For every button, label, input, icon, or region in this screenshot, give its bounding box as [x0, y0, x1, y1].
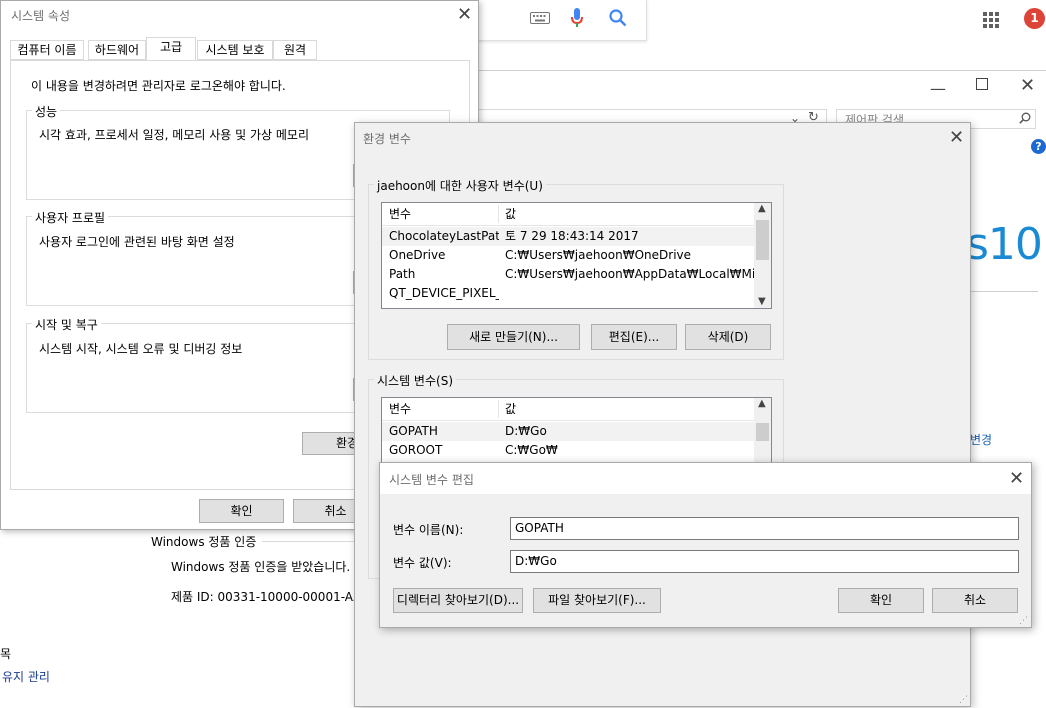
startup-desc: 시스템 시작, 시스템 오류 및 디버깅 정보 [39, 342, 243, 356]
close-icon[interactable]: ✕ [1009, 470, 1024, 488]
user-profile-desc: 사용자 로그인에 관련된 바탕 화면 설정 [39, 235, 235, 249]
user-profile-label: 사용자 프로필 [32, 209, 109, 226]
variable-name: GOROOT [389, 443, 443, 457]
variable-name: OneDrive [389, 248, 446, 262]
title-bar [380, 463, 1031, 494]
scroll-up-icon[interactable]: ▲ [758, 203, 766, 214]
close-icon[interactable]: ✕ [949, 129, 964, 147]
tab-computer-name[interactable]: 컴퓨터 이름 [10, 40, 84, 60]
resize-grip-icon[interactable]: ⋰ [959, 695, 968, 705]
table-row[interactable]: OneDrive C:₩Users₩jaehoon₩OneDrive [382, 246, 756, 265]
column-header-variable[interactable]: 변수 [389, 398, 499, 420]
variable-name: QT_DEVICE_PIXEL_... [389, 286, 499, 300]
search-icon[interactable] [1019, 112, 1031, 127]
variable-value-label: 변수 값(V): [393, 556, 452, 570]
tab-remote[interactable]: 원격 [273, 40, 317, 60]
left-nav-label[interactable]: 목 [0, 645, 11, 662]
minimize-icon[interactable]: — [930, 79, 946, 98]
browse-file-button[interactable]: 파일 찾아보기(F)... [533, 588, 661, 613]
table-row[interactable]: ChocolateyLastPat... 토 7 29 18:43:14 201… [382, 227, 756, 246]
dialog-title: 시스템 속성 [11, 9, 71, 23]
activation-divider [262, 541, 358, 542]
tab-hardware[interactable]: 하드웨어 [88, 40, 146, 60]
variable-name: GOPATH [389, 424, 438, 438]
help-icon[interactable]: ? [1031, 139, 1046, 154]
column-header-value[interactable]: 값 [505, 203, 755, 225]
variable-value: C:₩Users₩jaehoon₩AppData₩Local₩Micro... [505, 267, 755, 281]
edit-system-variable-dialog: 시스템 변수 편집 ✕ 변수 이름(N): GOPATH 변수 값(V): D:… [379, 462, 1032, 628]
close-icon[interactable]: ✕ [457, 6, 472, 24]
table-row[interactable]: GOPATH D:₩Go [382, 422, 756, 441]
vertical-scrollbar[interactable]: ▲ ▼ [754, 203, 771, 308]
scroll-up-icon[interactable]: ▲ [758, 398, 766, 409]
brand-divider [970, 291, 1038, 292]
tab-strip: 컴퓨터 이름 하드웨어 고급 시스템 보호 원격 [10, 37, 470, 61]
table-row[interactable]: GOROOT C:₩Go₩ [382, 441, 756, 460]
left-nav-maintenance[interactable]: 유지 관리 [2, 668, 50, 685]
change-link[interactable]: 변경 [970, 431, 992, 448]
variable-value: D:₩Go [505, 424, 547, 438]
maximize-icon[interactable] [976, 78, 988, 90]
new-variable-button[interactable]: 새로 만들기(N)... [447, 324, 580, 350]
dialog-title: 환경 변수 [363, 132, 411, 146]
list-header: 변수 값 [382, 398, 756, 421]
column-header-value[interactable]: 값 [505, 398, 755, 420]
close-icon[interactable]: ✕ [1020, 77, 1035, 95]
notification-badge[interactable]: 1 [1024, 8, 1045, 29]
variable-value: 토 7 29 18:43:14 2017 [505, 229, 639, 243]
variable-value: C:₩Users₩jaehoon₩OneDrive [505, 248, 692, 262]
list-header: 변수 값 [382, 203, 756, 226]
search-icon[interactable] [609, 9, 627, 30]
variable-name: Path [389, 267, 416, 281]
dialog-title: 시스템 변수 편집 [389, 473, 474, 487]
table-row[interactable]: Path C:₩Users₩jaehoon₩AppData₩Local₩Micr… [382, 265, 756, 284]
scroll-down-icon[interactable]: ▼ [758, 296, 766, 307]
ok-button[interactable]: 확인 [838, 588, 924, 613]
performance-label: 성능 [32, 103, 61, 120]
variable-name: ChocolateyLastPat... [389, 229, 499, 243]
edit-variable-button[interactable]: 편집(E)... [591, 324, 677, 350]
resize-grip-icon[interactable]: ⋰ [1019, 616, 1028, 626]
user-variables-label: jaehoon에 대한 사용자 변수(U) [374, 177, 546, 194]
browse-directory-button[interactable]: 디렉터리 찾아보기(D)... [393, 588, 523, 613]
column-header-variable[interactable]: 변수 [389, 203, 499, 225]
admin-notice: 이 내용을 변경하려면 관리자로 로그온해야 합니다. [31, 79, 286, 93]
keyboard-icon[interactable] [530, 12, 550, 27]
windows-brand-text: s10 [966, 219, 1043, 270]
delete-variable-button[interactable]: 삭제(D) [685, 324, 771, 350]
user-variables-list[interactable]: 변수 값 ChocolateyLastPat... 토 7 29 18:43:1… [381, 202, 772, 309]
product-id: 제품 ID: 00331-10000-00001-AA [171, 590, 362, 604]
variable-value: C:₩Go₩ [505, 443, 558, 457]
activation-status: Windows 정품 인증을 받았습니다. [171, 560, 351, 574]
ok-button[interactable]: 확인 [199, 499, 284, 523]
startup-label: 시작 및 복구 [32, 316, 101, 333]
scroll-thumb[interactable] [756, 423, 769, 441]
variable-name-label: 변수 이름(N): [393, 523, 464, 537]
windows-activation-heading: Windows 정품 인증 [151, 535, 257, 549]
variable-name-field[interactable]: GOPATH [510, 517, 1019, 540]
cancel-button[interactable]: 취소 [932, 588, 1018, 613]
tab-system-protection[interactable]: 시스템 보호 [197, 40, 273, 60]
tab-advanced[interactable]: 고급 [146, 37, 196, 61]
mic-icon[interactable] [570, 7, 584, 32]
google-search-bar [470, 0, 647, 41]
variable-value-field[interactable]: D:₩Go [510, 550, 1019, 573]
performance-desc: 시각 효과, 프로세서 일정, 메모리 사용 및 가상 메모리 [39, 128, 309, 142]
scroll-thumb[interactable] [756, 220, 769, 260]
apps-grid-icon[interactable] [983, 12, 999, 31]
system-variables-label: 시스템 변수(S) [374, 372, 456, 389]
table-row[interactable]: QT_DEVICE_PIXEL_... [382, 284, 756, 303]
